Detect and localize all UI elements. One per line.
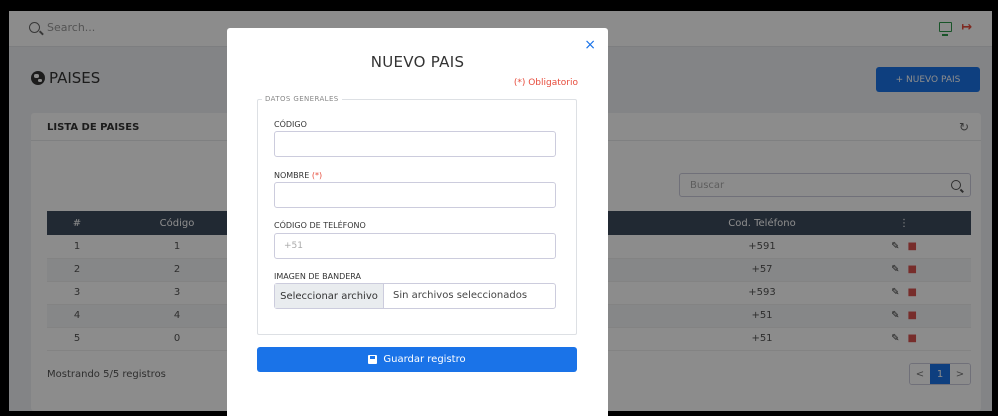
- telefono-placeholder: +51: [284, 241, 303, 251]
- modal-title: NUEVO PAIS: [370, 53, 465, 71]
- save-record-button[interactable]: Guardar registro: [257, 347, 577, 372]
- floppy-icon: [368, 355, 378, 364]
- close-icon[interactable]: ×: [584, 37, 596, 53]
- bandera-label: IMAGEN DE BANDERA: [274, 272, 361, 281]
- codigo-label: CÓDIGO: [274, 120, 307, 129]
- telefono-label: CÓDIGO DE TELÉFONO: [274, 221, 366, 230]
- section-legend: DATOS GENERALES: [265, 95, 339, 103]
- required-marker: (*): [311, 171, 323, 180]
- required-note: (*) Obligatorio: [513, 78, 578, 88]
- nombre-field[interactable]: [274, 182, 556, 208]
- select-file-button[interactable]: Seleccionar archivo: [275, 284, 384, 308]
- nombre-label: NOMBRE (*): [274, 171, 322, 180]
- new-country-modal: × NUEVO PAIS (*) Obligatorio DATOS GENER…: [227, 28, 608, 416]
- codigo-field[interactable]: [274, 131, 556, 157]
- nombre-label-text: NOMBRE: [274, 171, 310, 180]
- save-button-label: Guardar registro: [383, 354, 466, 365]
- telefono-field[interactable]: +51: [274, 233, 556, 259]
- flag-file-input[interactable]: Seleccionar archivo Sin archivos selecci…: [274, 283, 556, 309]
- file-status: Sin archivos seleccionados: [393, 290, 528, 301]
